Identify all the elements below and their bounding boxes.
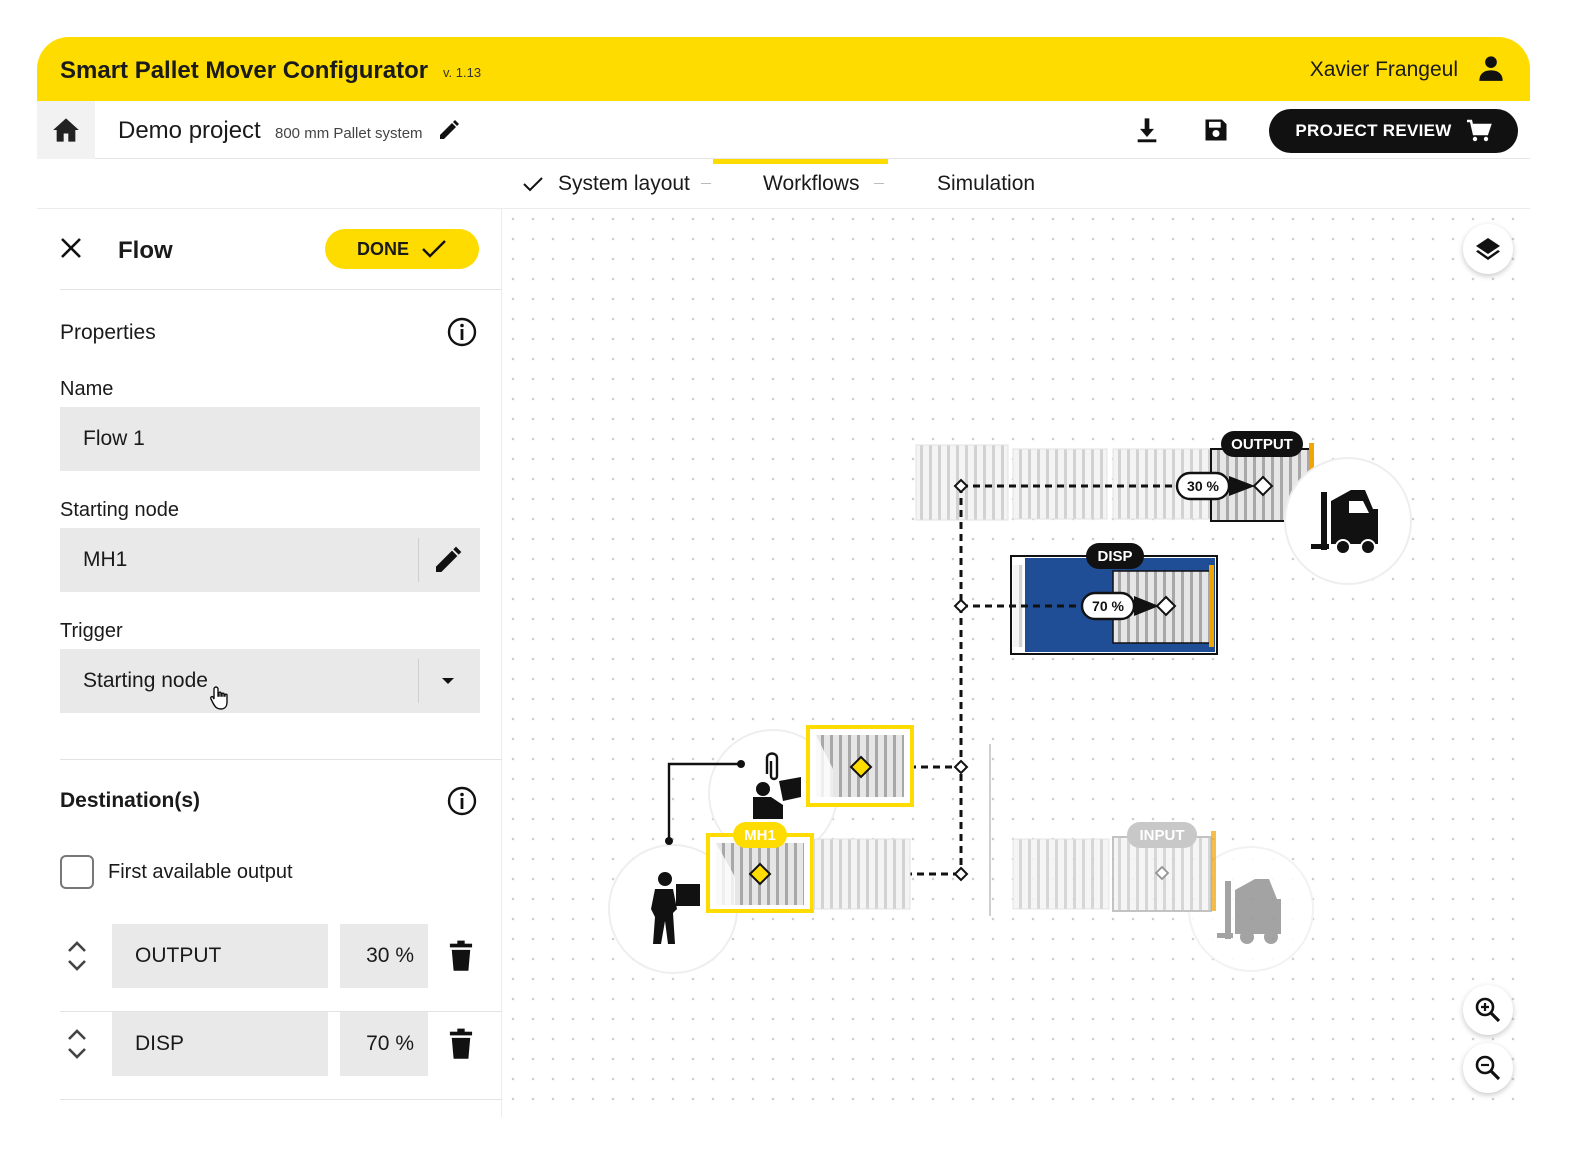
output-forklift-node[interactable] xyxy=(1284,457,1412,585)
destination-name: OUTPUT xyxy=(135,944,222,967)
sort-icon[interactable] xyxy=(64,938,90,974)
workflow-tabs: System layout Workflows Simulation xyxy=(37,159,1530,209)
mh1-label-text: MH1 xyxy=(744,827,776,844)
tab-separator xyxy=(701,183,711,184)
name-field[interactable]: Flow 1 xyxy=(60,407,480,471)
mh1-label-badge: MH1 xyxy=(733,822,787,848)
trigger-value: Starting node xyxy=(83,669,208,692)
mh1-upper-station[interactable] xyxy=(806,725,914,807)
output-label-text: OUTPUT xyxy=(1231,436,1293,453)
starting-node-label: Starting node xyxy=(60,499,179,521)
app-window: Smart Pallet Mover Configurator v. 1.13 … xyxy=(37,37,1530,1117)
field-separator xyxy=(418,538,419,582)
close-icon[interactable] xyxy=(59,236,83,260)
caret-down-icon[interactable] xyxy=(432,665,464,697)
cart-icon xyxy=(1466,119,1492,142)
destination-row: OUTPUT 30 % xyxy=(60,924,502,1012)
starting-node-value: MH1 xyxy=(83,548,128,571)
first-available-label: First available output xyxy=(108,861,293,883)
first-available-checkbox[interactable] xyxy=(60,855,94,889)
input-node[interactable] xyxy=(1012,831,1314,972)
tab-simulation-label: Simulation xyxy=(937,172,1036,195)
trigger-select[interactable]: Starting node xyxy=(60,649,480,713)
disp-label-text: DISP xyxy=(1097,548,1132,565)
destinations-title: Destination(s) xyxy=(60,789,201,812)
layout-divider xyxy=(989,744,991,916)
floppy-disk-icon[interactable] xyxy=(1202,116,1230,144)
destination-name-field[interactable]: OUTPUT xyxy=(112,924,328,988)
field-separator xyxy=(418,659,419,703)
done-label: DONE xyxy=(356,238,409,259)
destination-percent: 70 % xyxy=(366,1032,414,1055)
project-review-label: PROJECT REVIEW xyxy=(1295,121,1452,140)
tab-workflows[interactable]: Workflows xyxy=(763,159,859,209)
name-value: Flow 1 xyxy=(83,427,145,450)
layout-canvas[interactable]: OUTPUT DISP 30 % 70 % MH1 INPUT xyxy=(503,209,1530,1117)
check-icon xyxy=(422,240,446,258)
destination-row: DISP 70 % xyxy=(60,1012,502,1100)
top-bar: Smart Pallet Mover Configurator v. 1.13 … xyxy=(37,37,1530,101)
forklift-icon xyxy=(1217,879,1281,944)
trigger-label: Trigger xyxy=(60,620,123,642)
tab-system-layout-label: System layout xyxy=(558,172,690,195)
pencil-icon[interactable] xyxy=(432,544,464,576)
output-label-badge: OUTPUT xyxy=(1221,431,1303,457)
tab-simulation[interactable]: Simulation xyxy=(937,159,1035,209)
app-version: v. 1.13 xyxy=(443,65,482,80)
divider xyxy=(60,289,502,290)
sort-icon[interactable] xyxy=(64,1026,90,1062)
divider xyxy=(60,759,502,760)
destination-name-field[interactable]: DISP xyxy=(112,1012,328,1076)
mh1-lower-station[interactable] xyxy=(706,833,911,913)
properties-title: Properties xyxy=(60,321,156,344)
tab-system-layout[interactable]: System layout xyxy=(522,159,690,209)
download-icon[interactable] xyxy=(1133,116,1161,144)
name-label: Name xyxy=(60,378,114,400)
forklift-icon xyxy=(1311,490,1378,555)
user-name[interactable]: Xavier Frangeul xyxy=(1310,58,1458,82)
hand-cursor-icon xyxy=(210,686,228,710)
user-icon[interactable] xyxy=(1477,54,1505,82)
home-button[interactable] xyxy=(37,101,95,159)
destination-name: DISP xyxy=(135,1032,185,1055)
starting-node-field[interactable]: MH1 xyxy=(60,528,480,592)
info-icon[interactable] xyxy=(446,785,478,817)
flow-panel: Flow DONE Properties Name Flow 1 Startin… xyxy=(37,209,502,1117)
destination-percent-field[interactable]: 30 % xyxy=(340,924,428,988)
flow-diagram: OUTPUT DISP 30 % 70 % MH1 INPUT xyxy=(608,431,1412,974)
tab-workflows-label: Workflows xyxy=(763,172,860,195)
tab-separator xyxy=(874,183,884,184)
check-icon xyxy=(523,177,543,192)
project-subtitle: 800 mm Pallet system xyxy=(275,125,423,142)
output-percent-text: 30 % xyxy=(1187,478,1219,494)
disp-percent-text: 70 % xyxy=(1092,598,1124,614)
pencil-icon[interactable] xyxy=(437,118,461,142)
app-title: Smart Pallet Mover Configurator xyxy=(60,57,429,84)
trash-icon[interactable] xyxy=(446,1028,476,1060)
done-button[interactable]: DONE xyxy=(325,229,479,269)
project-name: Demo project xyxy=(118,117,261,144)
input-label-text: INPUT xyxy=(1140,827,1185,844)
destination-percent-field[interactable]: 70 % xyxy=(340,1012,428,1076)
disp-label-badge: DISP xyxy=(1086,543,1144,569)
input-label-badge: INPUT xyxy=(1127,822,1197,848)
info-icon[interactable] xyxy=(446,316,478,348)
trash-icon[interactable] xyxy=(446,940,476,972)
home-icon xyxy=(53,118,79,142)
project-bar: Demo project 800 mm Pallet system PROJEC… xyxy=(37,101,1530,159)
project-review-button[interactable]: PROJECT REVIEW xyxy=(1269,109,1518,153)
destination-percent: 30 % xyxy=(366,944,414,967)
panel-title: Flow xyxy=(118,237,173,264)
